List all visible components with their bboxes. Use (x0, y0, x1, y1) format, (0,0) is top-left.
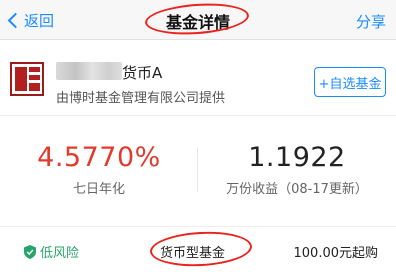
risk-level: 低风险 (24, 242, 79, 261)
annotation-circle-fund-type (149, 229, 253, 269)
seven-day-yield-value: 4.5770% (37, 142, 161, 173)
per-10k-income-value: 1.1922 (248, 142, 346, 173)
fund-name: 货币A (122, 64, 163, 82)
fund-company-logo (10, 62, 44, 96)
per-10k-income-block: 1.1922 万份收益（08-17更新） (198, 142, 396, 197)
fund-stats: 4.5770% 七日年化 1.1922 万份收益（08-17更新） (0, 132, 396, 212)
seven-day-yield-block: 4.5770% 七日年化 (0, 142, 198, 197)
risk-level-label: 低风险 (40, 246, 80, 261)
seven-day-yield-label: 七日年化 (72, 182, 125, 197)
min-purchase: 100.00元起购 (293, 246, 379, 261)
blurred-fund-name (56, 62, 122, 80)
fund-info-bar: 低风险 货币型基金 100.00元起购 (0, 226, 396, 272)
fund-header: 货币A 由博时基金管理有限公司提供 +自选基金 (0, 40, 396, 116)
per-10k-income-label: 万份收益（08-17更新） (226, 182, 368, 197)
fund-provider: 由博时基金管理有限公司提供 (56, 91, 226, 106)
share-button[interactable]: 分享 (356, 11, 386, 32)
nav-bar: 返回 基金详情 分享 (0, 0, 396, 40)
add-watchlist-button[interactable]: +自选基金 (314, 67, 386, 97)
shield-check-icon (24, 244, 36, 259)
